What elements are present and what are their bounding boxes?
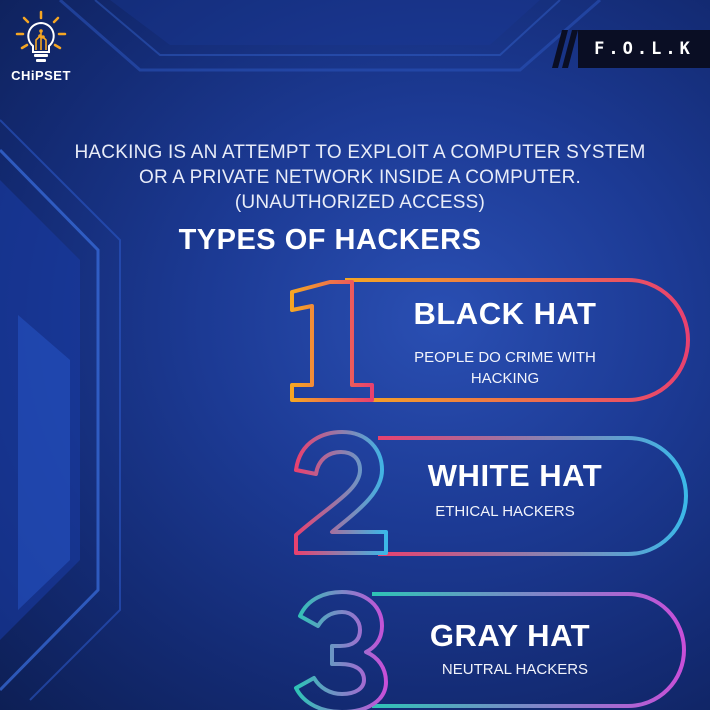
- number-3-outline: [294, 590, 388, 710]
- number-1-outline: [290, 280, 374, 402]
- card-2-desc: ETHICAL HACKERS: [435, 503, 575, 520]
- card-1-desc: PEOPLE DO CRIME WITH HACKING: [380, 347, 630, 389]
- card-1-desc-line: HACKING: [470, 370, 540, 387]
- card-1-desc-line: PEOPLE DO CRIME WITH: [414, 349, 596, 366]
- card-2-title: WHITE HAT: [427, 458, 603, 493]
- card-1-title: BLACK HAT: [413, 296, 597, 331]
- card-2-frame: [378, 436, 688, 556]
- infographic-canvas: CHiPSET F.O.L.K HACKING IS AN ATTEMPT TO…: [0, 0, 710, 710]
- card-3-desc: NEUTRAL HACKERS: [441, 661, 589, 678]
- card-3-title: GRAY HAT: [429, 618, 591, 653]
- hacker-type-list: 1 BLACK HAT PEOPLE DO CRIME WITH HACKING…: [0, 0, 710, 710]
- number-2-outline: [294, 430, 388, 555]
